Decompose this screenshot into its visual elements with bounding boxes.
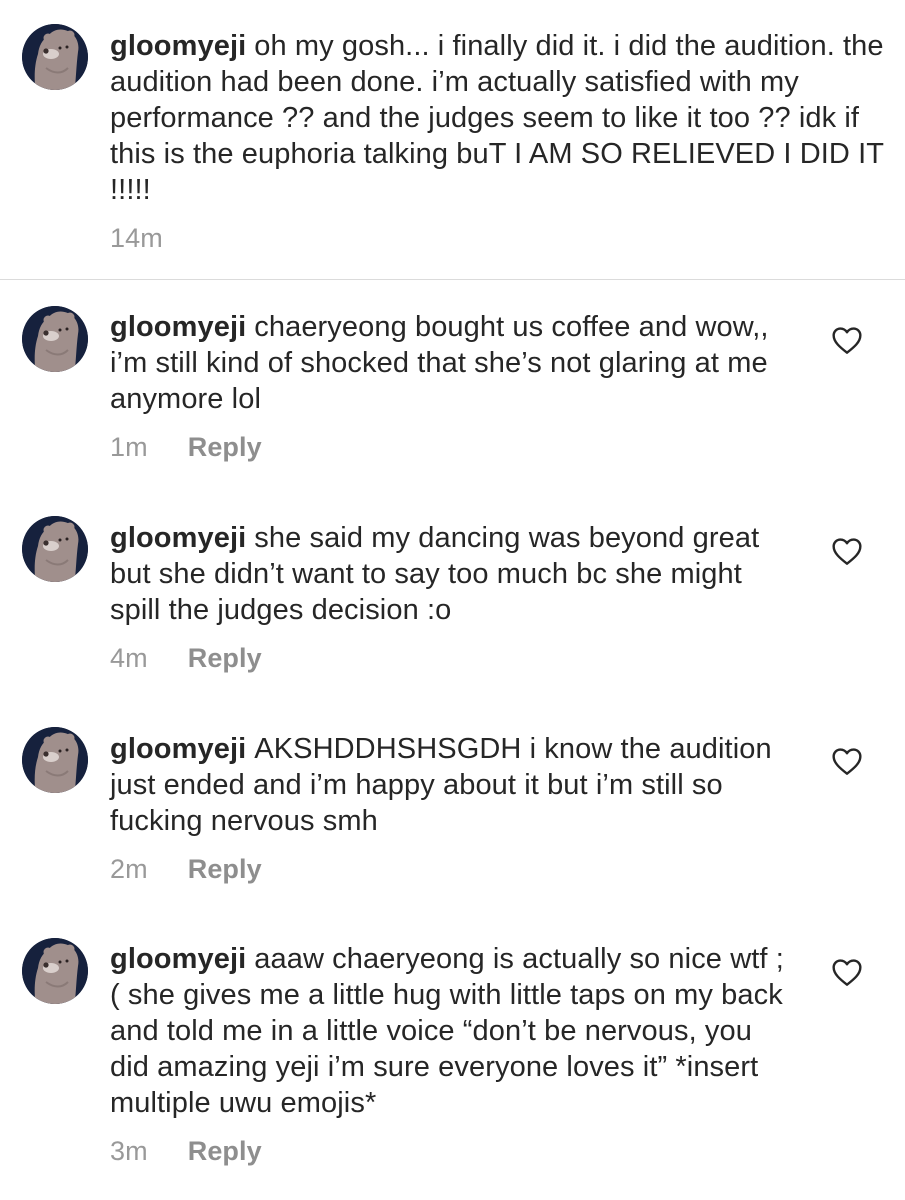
reply-button[interactable]: Reply — [188, 431, 262, 463]
reply-button[interactable]: Reply — [188, 1135, 262, 1167]
comment-username[interactable]: gloomyeji — [110, 943, 246, 975]
comment-username[interactable]: gloomyeji — [110, 522, 246, 554]
heart-outline-icon[interactable] — [831, 536, 863, 566]
comment-timestamp: 2m — [110, 854, 148, 884]
bear-avatar-icon — [22, 938, 88, 1004]
bear-avatar-icon — [22, 516, 88, 582]
divider — [0, 279, 905, 280]
comment-timestamp: 4m — [110, 643, 148, 673]
comment-timestamp: 14m — [110, 223, 163, 253]
heart-outline-icon[interactable] — [831, 957, 863, 987]
avatar[interactable] — [22, 516, 88, 582]
heart-outline-icon[interactable] — [831, 746, 863, 776]
avatar[interactable] — [22, 727, 88, 793]
reply-button[interactable]: Reply — [188, 853, 262, 885]
reply-button[interactable]: Reply — [188, 642, 262, 674]
comment-timestamp: 1m — [110, 432, 148, 462]
comment-username[interactable]: gloomyeji — [110, 733, 246, 765]
heart-outline-icon[interactable] — [831, 325, 863, 355]
avatar[interactable] — [22, 938, 88, 1004]
comment-username[interactable]: gloomyeji — [110, 30, 246, 62]
bear-avatar-icon — [22, 306, 88, 372]
bear-avatar-icon — [22, 24, 88, 90]
comment-username[interactable]: gloomyeji — [110, 311, 246, 343]
bear-avatar-icon — [22, 727, 88, 793]
comment-timestamp: 3m — [110, 1136, 148, 1166]
avatar[interactable] — [22, 24, 88, 90]
avatar[interactable] — [22, 306, 88, 372]
